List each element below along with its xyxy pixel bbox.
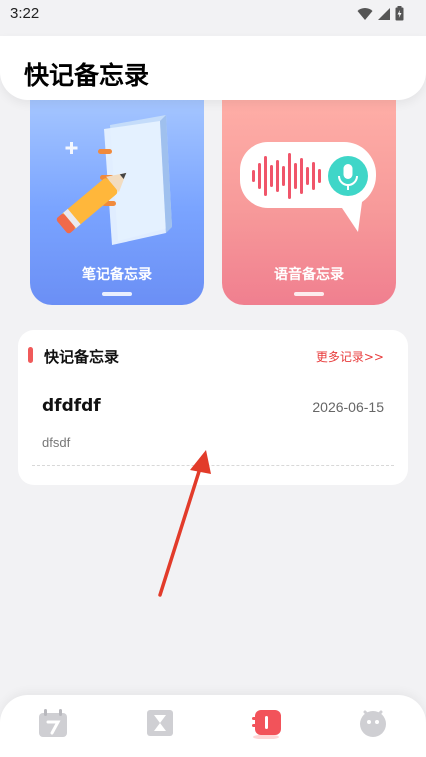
status-bar: 3:22 bbox=[0, 0, 426, 30]
battery-icon bbox=[395, 6, 404, 21]
notebook-pencil-icon bbox=[56, 115, 172, 245]
card-handle bbox=[102, 292, 132, 296]
signal-icon bbox=[378, 7, 390, 20]
notes-icon[interactable] bbox=[251, 707, 283, 739]
notes-card-label: 笔记备忘录 bbox=[82, 267, 152, 283]
voice-memo-card[interactable]: 语音备忘录 bbox=[222, 90, 396, 305]
calendar-icon[interactable] bbox=[37, 707, 69, 739]
record-date: 2026-06-15 bbox=[312, 399, 384, 415]
page-title: 快记备忘录 bbox=[24, 61, 150, 90]
more-records-link[interactable]: 更多记录>> bbox=[316, 348, 384, 365]
voice-card-label: 语音备忘录 bbox=[274, 267, 344, 283]
status-icons bbox=[357, 6, 404, 21]
records-panel: 快记备忘录 更多记录>> dfdfdf 2026-06-15 dfsdf bbox=[18, 330, 408, 485]
section-accent-bar bbox=[28, 347, 33, 363]
voice-wave-mic-icon bbox=[240, 142, 376, 232]
record-body: dfsdf bbox=[42, 435, 71, 450]
bottom-nav bbox=[0, 695, 426, 757]
app-header: 快记备忘录 bbox=[0, 36, 426, 100]
dashed-divider bbox=[32, 465, 394, 466]
section-title: 快记备忘录 bbox=[44, 348, 120, 366]
card-handle bbox=[294, 292, 324, 296]
record-title: dfdfdf bbox=[42, 396, 101, 416]
notes-memo-card[interactable]: 笔记备忘录 bbox=[30, 90, 204, 305]
wifi-icon bbox=[357, 7, 373, 20]
face-icon[interactable] bbox=[357, 707, 389, 739]
status-time: 3:22 bbox=[10, 5, 40, 22]
hourglass-icon[interactable] bbox=[144, 707, 176, 739]
